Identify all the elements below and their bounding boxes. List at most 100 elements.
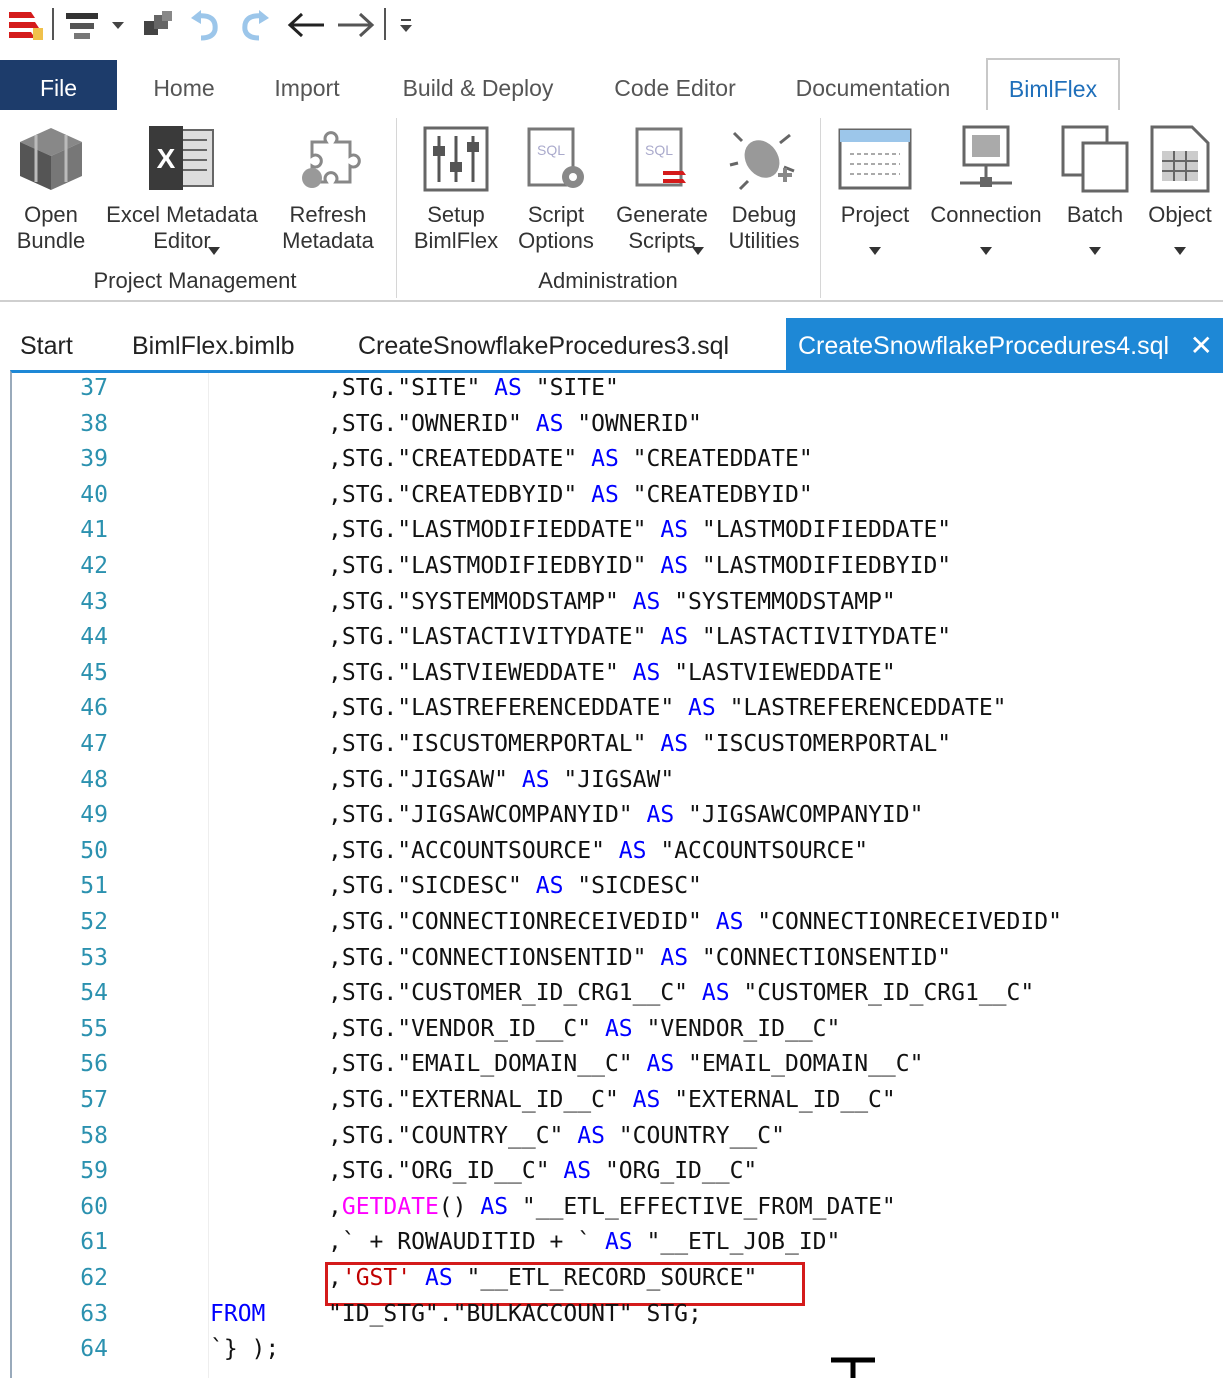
code-token: AS <box>646 1051 675 1078</box>
code-text: ,STG."LASTACTIVITYDATE" AS "LASTACTIVITY… <box>328 624 951 650</box>
generate-scripts-button[interactable]: SQL Generate Scripts <box>608 116 716 255</box>
back-arrow-icon[interactable] <box>284 6 328 44</box>
code-token: ,STG."LASTVIEWEDDATE" <box>328 659 633 686</box>
code-token: AS <box>660 944 689 971</box>
refresh-metadata-button[interactable]: Refresh Metadata <box>272 116 384 254</box>
code-keyword: FROM <box>210 1300 266 1327</box>
doc-tab-bimlflex-bimlb[interactable]: BimlFlex.bimlb <box>132 318 295 370</box>
code-token: AS <box>424 1265 453 1291</box>
code-token: "CREATEDDATE" <box>618 446 813 473</box>
code-token: ,STG."LASTMODIFIEDBYID" <box>328 553 661 579</box>
batch-button[interactable]: Batch <box>1054 116 1136 255</box>
code-token: ,STG."COUNTRY__C" <box>328 1122 578 1149</box>
code-text: ,STG."EXTERNAL_ID__C" AS "EXTERNAL_ID__C… <box>328 1087 896 1113</box>
tab-file[interactable]: File <box>0 60 117 110</box>
code-token: AS <box>688 695 716 722</box>
code-text: ,STG."ORG_ID__C" AS "ORG_ID__C" <box>328 1158 757 1184</box>
code-text: ,STG."CREATEDDATE" AS "CREATEDDATE" <box>328 446 813 472</box>
code-line: 54 ,STG."CUSTOMER_ID_CRG1__C" AS "CUSTOME… <box>12 980 1223 1016</box>
code-text: ,STG."LASTREFERENCEDDATE" AS "LASTREFERE… <box>328 695 1007 721</box>
code-token: AS <box>618 837 647 864</box>
code-token: AS <box>535 410 564 437</box>
code-text: `} ); <box>210 1336 279 1362</box>
sql-gear-icon: SQL <box>508 116 604 202</box>
code-text: ,STG."SITE" AS "SITE" <box>328 375 619 401</box>
svg-text:SQL: SQL <box>537 142 565 158</box>
code-token: ,STG."CREATEDDATE" <box>328 446 592 473</box>
batch-icon <box>1054 116 1136 202</box>
code-text: ,STG."ACCOUNTSOURCE" AS "ACCOUNTSOURCE" <box>328 838 868 864</box>
code-line: 44 ,STG."LASTACTIVITYDATE" AS "LASTACTIVI… <box>12 624 1223 660</box>
line-number: 44 <box>80 624 108 651</box>
code-editor[interactable]: 37 ,STG."SITE" AS "SITE" 38 ,STG."OWNERID" … <box>10 370 1223 1378</box>
code-line: 43 ,STG."SYSTEMMODSTAMP" AS "SYSTEMMODSTA… <box>12 589 1223 625</box>
document-tab-strip: Start BimlFlex.bimlb CreateSnowflakeProc… <box>0 318 1223 370</box>
doc-tab-createsnowflakeprocedures4[interactable]: CreateSnowflakeProcedures4.sql ✕ <box>786 318 1223 370</box>
line-number: 64 <box>80 1336 108 1363</box>
sql-generate-icon: SQL <box>608 116 716 202</box>
code-token: "EMAIL_DOMAIN__C" <box>674 1051 924 1078</box>
excel-metadata-editor-label: Excel Metadata Editor <box>106 202 258 253</box>
code-token: AS <box>660 553 689 579</box>
excel-metadata-editor-button[interactable]: X Excel Metadata Editor <box>100 116 264 255</box>
code-line: 42 ,STG."LASTMODIFIEDBYID" AS "LASTMODIFI… <box>12 553 1223 589</box>
code-line: 64 `} ); <box>12 1336 1223 1372</box>
code-token: AS <box>701 980 730 1007</box>
code-token: ,STG."CONNECTIONSENTID" <box>328 944 661 971</box>
code-line: 48 ,STG."JIGSAW" AS "JIGSAW" <box>12 767 1223 803</box>
code-token: AS <box>660 624 689 651</box>
code-token: "EXTERNAL_ID__C" <box>660 1087 896 1113</box>
layout-icon[interactable] <box>62 6 102 44</box>
app-logo-icon[interactable] <box>6 6 46 44</box>
redo-icon[interactable] <box>234 6 274 44</box>
chevron-down-icon <box>869 242 881 260</box>
code-line: 58 ,STG."COUNTRY__C" AS "COUNTRY__C" <box>12 1123 1223 1159</box>
copy-windows-icon[interactable] <box>138 6 178 44</box>
code-token: "SITE" <box>521 375 619 401</box>
doc-tab-start[interactable]: Start <box>20 318 73 370</box>
tab-home[interactable]: Home <box>135 60 233 110</box>
debug-utilities-button[interactable]: Debug Utilities <box>718 116 810 254</box>
undo-icon[interactable] <box>186 6 226 44</box>
code-line: 47 ,STG."ISCUSTOMERPORTAL" AS "ISCUSTOMER… <box>12 731 1223 767</box>
tab-build-deploy[interactable]: Build & Deploy <box>385 60 571 110</box>
code-line: 50 ,STG."ACCOUNTSOURCE" AS "ACCOUNTSOURCE… <box>12 838 1223 874</box>
line-number: 37 <box>80 375 108 401</box>
line-number: 54 <box>80 980 108 1007</box>
script-options-button[interactable]: SQL Script Options <box>508 116 604 254</box>
code-text: ,STG."LASTVIEWEDDATE" AS "LASTVIEWEDDATE… <box>328 660 896 686</box>
customize-dropdown-icon[interactable] <box>396 6 416 44</box>
code-token: "CONNECTIONRECEIVEDID" <box>743 909 1062 935</box>
code-token: ,` + ROWAUDITID + ` <box>328 1229 605 1256</box>
code-text: ,STG."CONNECTIONRECEIVEDID" AS "CONNECTI… <box>328 909 1062 935</box>
chevron-down-icon <box>1089 242 1101 260</box>
code-text: ,STG."SYSTEMMODSTAMP" AS "SYSTEMMODSTAMP… <box>328 589 896 615</box>
tab-import[interactable]: Import <box>255 60 359 110</box>
connection-button[interactable]: Connection <box>924 116 1048 255</box>
code-token: AS <box>715 909 744 935</box>
dropdown-arrow-icon[interactable] <box>108 6 128 44</box>
svg-text:SQL: SQL <box>645 142 673 158</box>
object-button[interactable]: Object <box>1140 116 1220 255</box>
code-text: ,STG."CONNECTIONSENTID" AS "CONNECTIONSE… <box>328 945 951 971</box>
code-text: ,GETDATE() AS "__ETL_EFFECTIVE_FROM_DATE… <box>328 1194 896 1220</box>
code-text: ,STG."SICDESC" AS "SICDESC" <box>328 873 702 899</box>
tab-bimlflex[interactable]: BimlFlex <box>986 58 1120 112</box>
code-token: AS <box>632 1087 661 1113</box>
open-bundle-button[interactable]: Open Bundle <box>8 116 94 254</box>
code-text: ,STG."OWNERID" AS "OWNERID" <box>328 411 702 437</box>
line-number: 55 <box>80 1015 108 1042</box>
code-text: ,STG."LASTMODIFIEDDATE" AS "LASTMODIFIED… <box>328 517 951 543</box>
tab-documentation[interactable]: Documentation <box>780 60 966 110</box>
tab-code-editor[interactable]: Code Editor <box>600 60 750 110</box>
code-token: "SYSTEMMODSTAMP" <box>660 588 896 615</box>
setup-bimlflex-button[interactable]: Setup BimlFlex <box>408 116 504 254</box>
code-token: ,STG."SITE" <box>328 375 495 401</box>
forward-arrow-icon[interactable] <box>334 6 378 44</box>
code-token: ,STG."LASTREFERENCEDDATE" <box>328 695 689 722</box>
doc-tab-createsnowflakeprocedures3[interactable]: CreateSnowflakeProcedures3.sql <box>358 318 729 370</box>
code-token: AS <box>591 481 619 508</box>
project-button[interactable]: Project <box>832 116 918 255</box>
code-text: ,STG."LASTMODIFIEDBYID" AS "LASTMODIFIED… <box>328 553 951 579</box>
close-icon[interactable]: ✕ <box>1190 318 1213 374</box>
